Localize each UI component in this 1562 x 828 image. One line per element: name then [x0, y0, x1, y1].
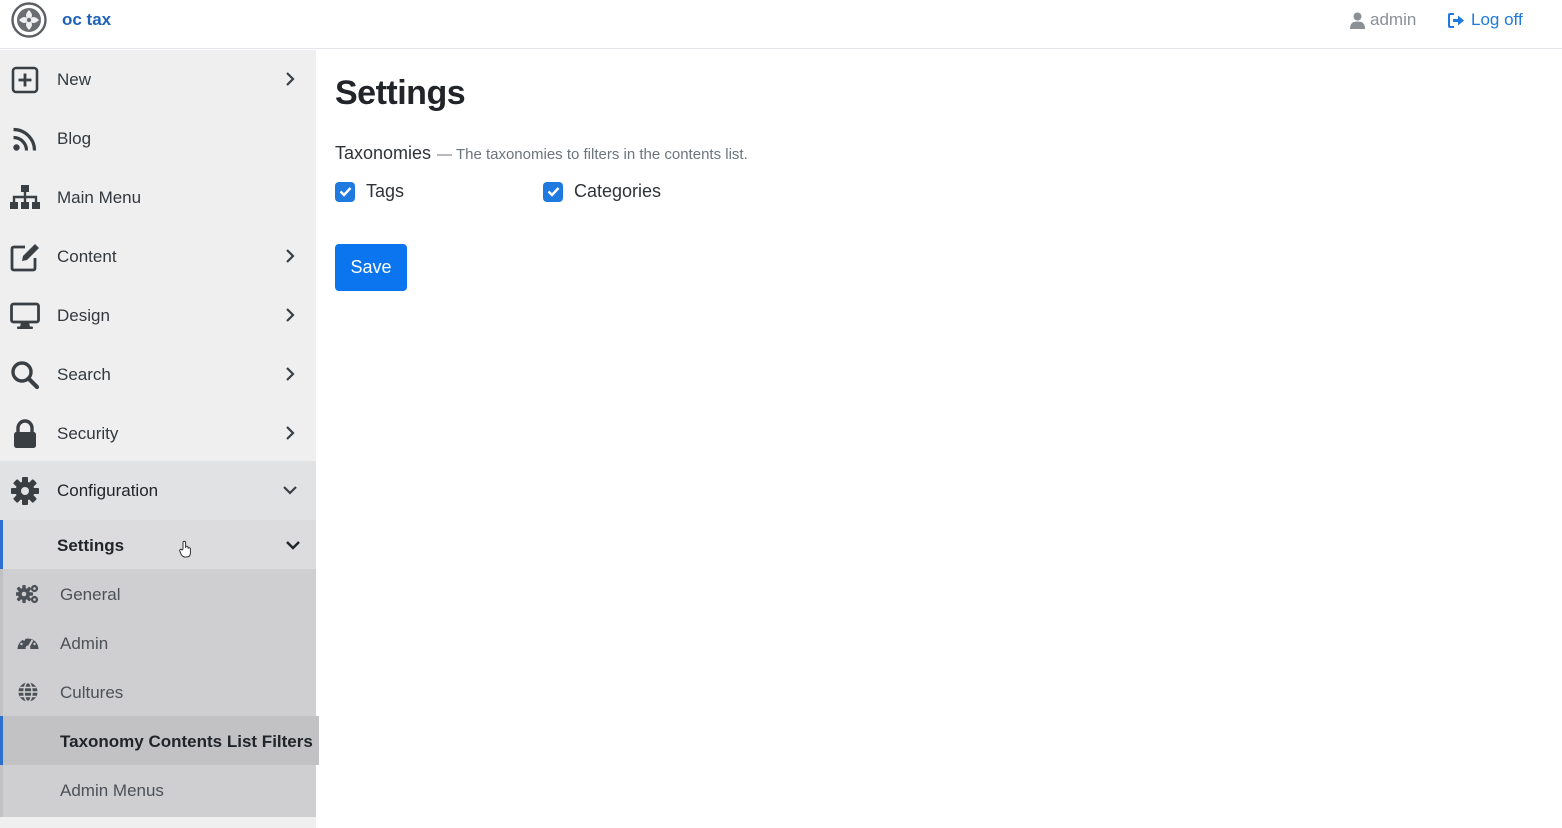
sitemap-icon [10, 185, 40, 209]
sidebar-item-search[interactable]: Search [0, 345, 316, 404]
sidebar-subitem-cultures[interactable]: Cultures [3, 667, 319, 716]
sidebar: New Blog Main Menu Content Design Search… [0, 50, 319, 828]
search-icon [11, 361, 40, 390]
gears-icon [16, 584, 39, 604]
sidebar-item-main-menu[interactable]: Main Menu [0, 168, 316, 227]
globe-icon [18, 681, 38, 703]
sidebar-item-label: Search [57, 365, 111, 384]
sidebar-subitem-label: Admin [60, 634, 109, 653]
taxonomies-field: Taxonomies — The taxonomies to filters i… [335, 143, 748, 164]
sidebar-item-label: Security [57, 424, 119, 443]
sidebar-subitem-admin[interactable]: Admin [3, 618, 319, 667]
sidebar-item-blog[interactable]: Blog [0, 109, 316, 168]
sidebar-subitem-label: Taxonomy Contents List Filters [60, 732, 313, 751]
chevron-right-icon [286, 249, 295, 263]
sidebar-item-settings[interactable]: Settings [0, 520, 316, 569]
tags-checkbox[interactable]: Tags [335, 181, 404, 202]
sidebar-item-design[interactable]: Design [0, 286, 316, 345]
rss-icon [13, 127, 37, 151]
brand-link[interactable]: oc tax [62, 10, 111, 30]
save-button[interactable]: Save [335, 244, 407, 291]
settings-submenu: General Admin Cultures Taxonomy Contents [0, 569, 319, 817]
logoff-button[interactable]: Log off [1448, 10, 1523, 30]
taxonomies-hint: — The taxonomies to filters in the conte… [437, 146, 748, 163]
edit-icon [10, 244, 39, 272]
plus-square-icon [11, 66, 39, 94]
hand-cursor-icon [179, 540, 191, 558]
dashboard-icon [17, 638, 39, 651]
sidebar-item-security[interactable]: Security [0, 404, 316, 463]
categories-label: Categories [574, 181, 662, 201]
chevron-right-icon [286, 367, 295, 381]
user-menu[interactable]: admin [1350, 10, 1416, 30]
sidebar-item-content[interactable]: Content [0, 227, 316, 286]
sign-out-icon [1448, 12, 1464, 28]
chevron-down-icon [286, 541, 300, 550]
chevron-right-icon [286, 308, 295, 322]
categories-checkbox[interactable]: Categories [543, 181, 661, 202]
user-name: admin [1370, 10, 1417, 29]
logo-icon[interactable] [11, 2, 47, 38]
sidebar-item-label: Blog [57, 129, 92, 148]
top-bar: oc tax admin Log off [0, 0, 1562, 49]
sidebar-subitem-general[interactable]: General [3, 569, 319, 618]
sidebar-item-label: Content [57, 247, 117, 266]
chevron-down-icon [283, 486, 297, 495]
sidebar-item-label: Main Menu [57, 188, 142, 207]
user-icon [1350, 12, 1365, 29]
lock-icon [14, 419, 36, 448]
sidebar-subitem-admin-menus[interactable]: Admin Menus [3, 765, 319, 814]
taxonomies-label: Taxonomies [335, 143, 432, 163]
gear-icon [11, 477, 39, 505]
sidebar-subitem-label: Admin Menus [60, 781, 164, 800]
sidebar-item-configuration[interactable]: Configuration [0, 461, 316, 520]
page-title: Settings [335, 74, 466, 112]
sidebar-subitem-label: General [60, 585, 121, 604]
checkbox-checked-icon[interactable] [335, 181, 355, 202]
logoff-label: Log off [1471, 10, 1523, 29]
sidebar-item-label: Settings [57, 536, 125, 555]
sidebar-item-new[interactable]: New [0, 50, 316, 109]
sidebar-item-label: Design [57, 306, 110, 325]
sidebar-subitem-taxonomy-contents-list-filters[interactable]: Taxonomy Contents List Filters [0, 716, 319, 765]
chevron-right-icon [286, 72, 295, 86]
sidebar-item-label: Configuration [57, 481, 159, 500]
sidebar-item-label: New [57, 70, 92, 89]
desktop-icon [10, 302, 40, 329]
tags-label: Tags [366, 181, 405, 201]
checkbox-checked-icon[interactable] [543, 181, 563, 202]
sidebar-subitem-label: Cultures [60, 683, 124, 702]
chevron-right-icon [286, 426, 295, 440]
